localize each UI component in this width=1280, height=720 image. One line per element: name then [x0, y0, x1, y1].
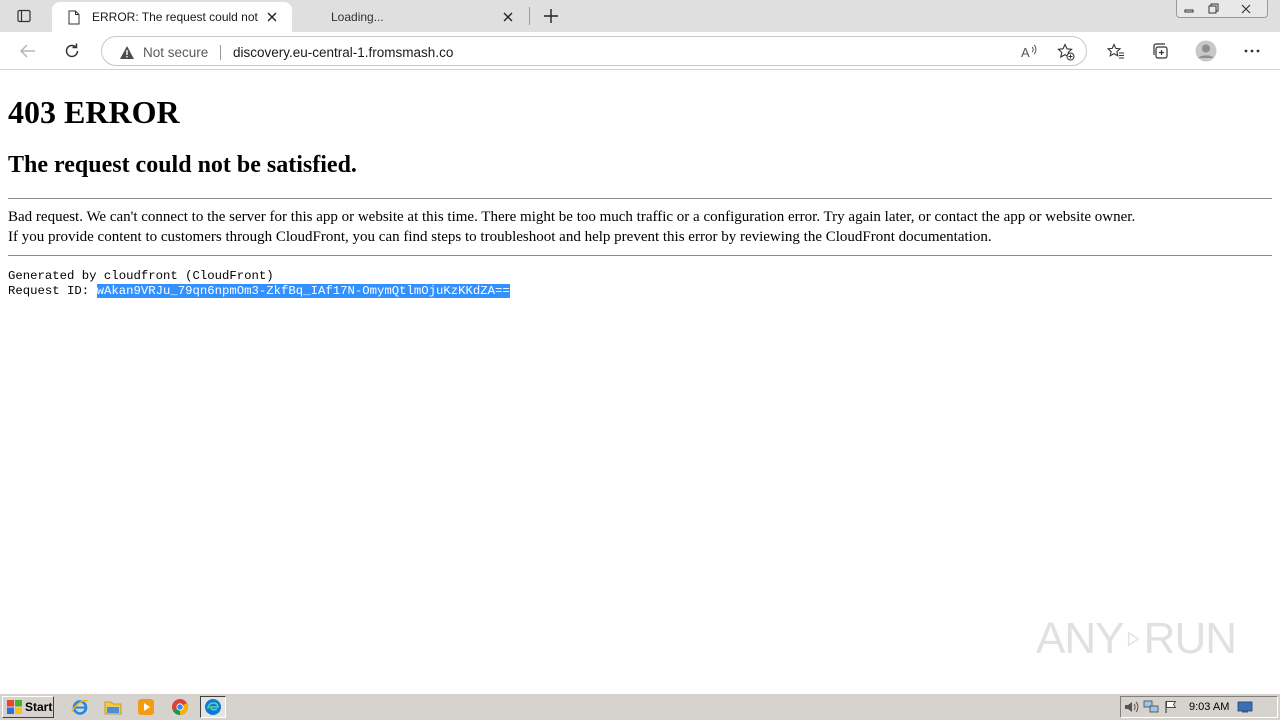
tab-actions-icon	[17, 9, 31, 23]
back-button[interactable]	[14, 37, 42, 65]
request-id-label: Request ID:	[8, 284, 97, 298]
volume-icon[interactable]	[1121, 698, 1141, 716]
system-tray: 9:03 AM	[1120, 696, 1278, 718]
read-aloud-icon[interactable]: A	[1020, 42, 1040, 62]
divider-bottom	[8, 255, 1272, 256]
close-icon	[1241, 4, 1251, 13]
tab-actions-button[interactable]	[10, 6, 38, 26]
url-text[interactable]: discovery.eu-central-1.fromsmash.co	[233, 45, 453, 60]
back-arrow-icon	[19, 44, 35, 58]
address-bar[interactable]: Not secure discovery.eu-central-1.fromsm…	[101, 36, 1087, 66]
avatar-icon	[1195, 40, 1217, 62]
tab-strip: ERROR: The request could not b Loading..…	[0, 0, 1280, 32]
page-icon	[66, 9, 82, 25]
reload-button[interactable]	[58, 37, 86, 65]
request-id-line: Request ID: wAkan9VRJu_79qn6npmOm3-ZkfBq…	[8, 284, 510, 299]
tab-active[interactable]: ERROR: The request could not b	[52, 2, 292, 32]
minimize-button[interactable]	[1177, 0, 1201, 17]
security-label[interactable]: Not secure	[143, 45, 208, 60]
taskbar: Start 9:03 AM	[0, 693, 1280, 720]
profile-button[interactable]	[1192, 37, 1220, 65]
svg-text:A: A	[1021, 45, 1030, 60]
action-center-flag-icon[interactable]	[1161, 698, 1181, 716]
explorer-icon	[104, 701, 122, 715]
tab-close-icon[interactable]	[262, 7, 282, 27]
network-icon[interactable]	[1141, 698, 1161, 716]
error-subheading: The request could not be satisfied.	[8, 152, 357, 178]
tab-title: Loading...	[331, 10, 384, 24]
error-message-2: If you provide content to customers thro…	[8, 229, 992, 245]
taskbar-edge[interactable]	[200, 696, 226, 718]
media-player-icon	[138, 699, 154, 715]
new-tab-button[interactable]	[540, 5, 562, 27]
error-message-1: Bad request. We can't connect to the ser…	[8, 209, 1136, 225]
restore-button[interactable]	[1201, 0, 1225, 17]
plus-icon	[544, 9, 558, 23]
start-button[interactable]: Start	[2, 696, 54, 718]
watermark-text-left: ANY	[1036, 614, 1124, 663]
show-desktop-icon[interactable]	[1235, 698, 1255, 716]
taskbar-media-player[interactable]	[133, 696, 159, 718]
browser-toolbar: Not secure discovery.eu-central-1.fromsm…	[0, 32, 1280, 70]
windows-logo-icon	[6, 699, 22, 715]
clock[interactable]: 9:03 AM	[1189, 701, 1229, 713]
taskbar-ie[interactable]	[67, 696, 93, 718]
chrome-icon	[172, 699, 188, 715]
window-controls	[1176, 0, 1268, 18]
settings-menu-button[interactable]	[1238, 37, 1266, 65]
favorites-button[interactable]	[1102, 37, 1130, 65]
minimize-icon	[1184, 9, 1194, 12]
add-favorite-icon[interactable]	[1056, 42, 1076, 62]
ie-icon	[71, 699, 89, 715]
reload-icon	[65, 43, 79, 58]
divider-top	[8, 198, 1272, 199]
more-dots-icon	[1244, 49, 1260, 53]
tab-title: ERROR: The request could not b	[92, 10, 262, 24]
collections-icon	[1153, 43, 1168, 59]
close-window-button[interactable]	[1225, 0, 1267, 17]
tab-inactive[interactable]: Loading...	[296, 2, 528, 32]
start-label: Start	[25, 700, 53, 714]
generated-by-text: Generated by cloudfront (CloudFront)	[8, 269, 274, 283]
play-logo-icon	[1128, 631, 1140, 647]
taskbar-explorer[interactable]	[100, 696, 126, 718]
favorites-icon	[1107, 42, 1124, 59]
collections-button[interactable]	[1146, 37, 1174, 65]
restore-icon	[1208, 3, 1218, 14]
address-divider	[220, 45, 221, 60]
tab-close-icon[interactable]	[498, 7, 518, 27]
request-id-value[interactable]: wAkan9VRJu_79qn6npmOm3-ZkfBq_IAf17N-Omym…	[96, 284, 510, 298]
tab-separator	[529, 7, 530, 25]
error-heading: 403 ERROR	[8, 94, 180, 130]
warning-icon[interactable]	[118, 43, 136, 61]
taskbar-chrome[interactable]	[167, 696, 193, 718]
edge-icon	[205, 699, 221, 715]
anyrun-watermark: ANY RUN	[1036, 604, 1237, 674]
watermark-text-right: RUN	[1143, 614, 1237, 663]
